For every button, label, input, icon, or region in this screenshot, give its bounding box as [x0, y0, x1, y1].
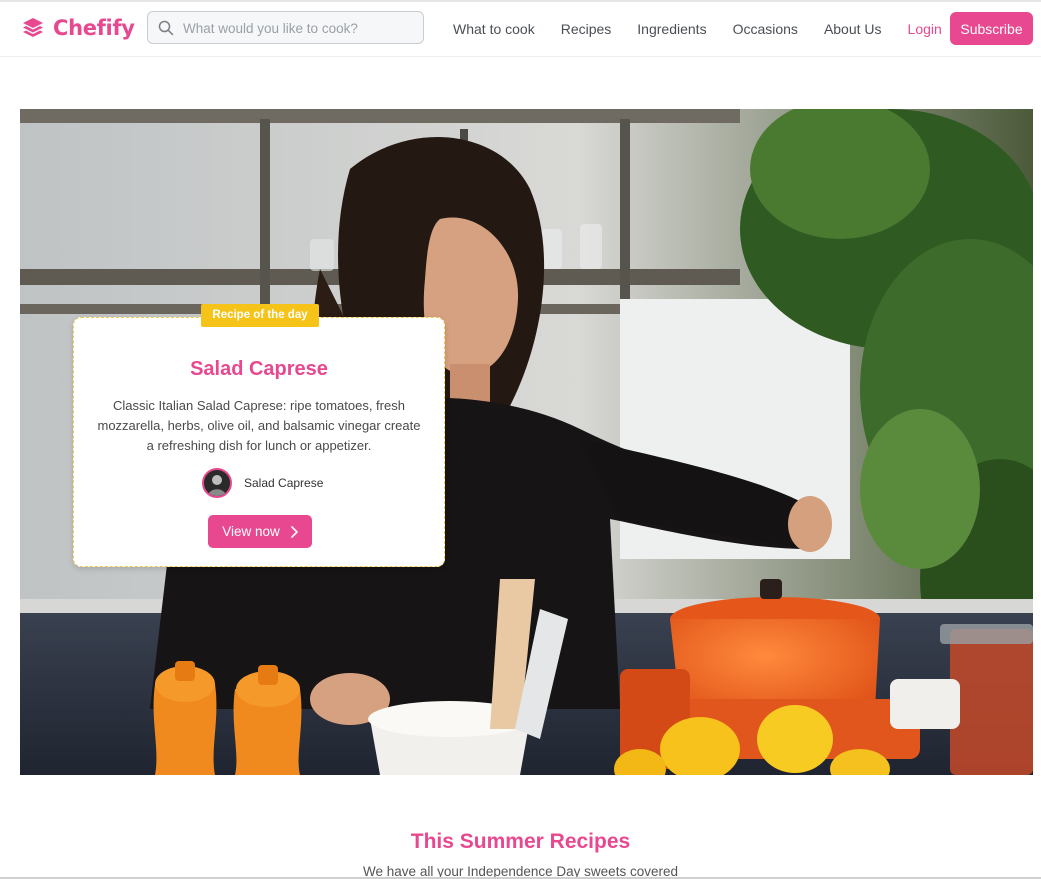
- nav-occasions[interactable]: Occasions: [733, 21, 798, 37]
- nav-what-to-cook[interactable]: What to cook: [453, 21, 535, 37]
- search-box: [147, 11, 424, 45]
- nav-ingredients[interactable]: Ingredients: [637, 21, 706, 37]
- recipe-of-the-day-badge: Recipe of the day: [201, 304, 319, 327]
- subscribe-button[interactable]: Subscribe: [950, 12, 1033, 45]
- nav-about-us[interactable]: About Us: [824, 21, 882, 37]
- layers-icon: [23, 18, 43, 37]
- recipe-author[interactable]: Salad Caprese: [202, 468, 323, 498]
- brand-name: Chefify: [53, 16, 135, 40]
- view-now-label: View now: [222, 524, 280, 539]
- search-icon: [158, 20, 174, 36]
- recipe-title: Salad Caprese: [190, 358, 328, 380]
- author-name: Salad Caprese: [244, 476, 324, 490]
- search-input[interactable]: [181, 12, 420, 45]
- avatar: [202, 468, 232, 498]
- recipe-description: Classic Italian Salad Caprese: ripe toma…: [97, 398, 421, 453]
- section-title: This Summer Recipes: [410, 830, 631, 853]
- chevron-right-icon: [290, 525, 298, 538]
- main-nav: What to cook Recipes Ingredients Occasio…: [453, 2, 968, 56]
- recipe-of-the-day-card: Salad Caprese Classic Italian Salad Capr…: [73, 317, 445, 567]
- view-now-button[interactable]: View now: [208, 515, 312, 548]
- nav-recipes[interactable]: Recipes: [561, 21, 612, 37]
- brand-logo[interactable]: Chefify: [21, 16, 135, 40]
- site-header: Chefify What to cook Recipes Ingredients…: [0, 2, 1041, 57]
- login-link[interactable]: Login: [908, 21, 942, 37]
